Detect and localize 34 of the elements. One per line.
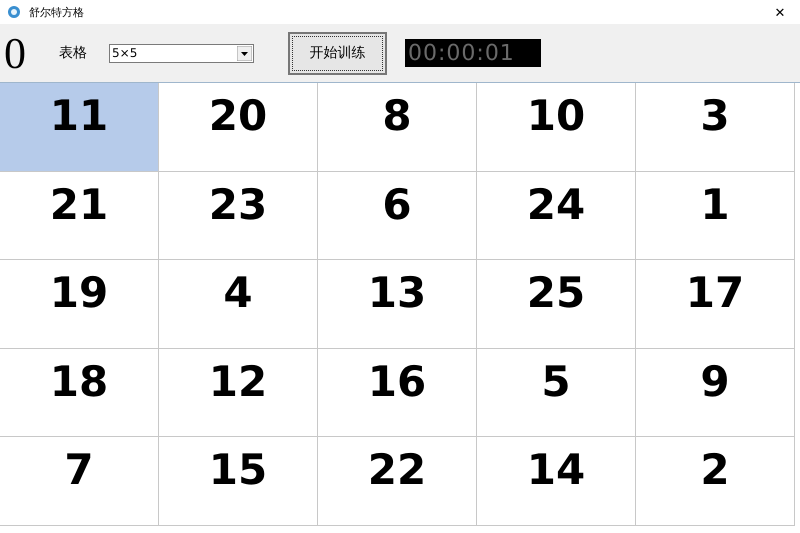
grid-cell[interactable]: 24 (477, 172, 636, 260)
app-icon (7, 5, 21, 19)
grid-cell[interactable]: 6 (318, 172, 477, 260)
grid-cell[interactable]: 22 (318, 437, 477, 526)
grid-cell[interactable]: 14 (477, 437, 636, 526)
count-label: 0 (3, 28, 27, 78)
grid-cell[interactable]: 15 (159, 437, 318, 526)
start-training-button[interactable]: 开始训练 (288, 32, 387, 74)
grid-cell[interactable]: 5 (477, 348, 636, 438)
close-button[interactable]: ✕ (760, 0, 800, 24)
grid-cell[interactable]: 9 (636, 348, 795, 438)
grid-cell[interactable]: 8 (318, 83, 477, 172)
grid-cell[interactable]: 2 (636, 437, 795, 526)
grid-cell[interactable]: 13 (318, 260, 477, 349)
grid-cell[interactable]: 10 (477, 83, 636, 172)
grid-cell[interactable]: 4 (159, 260, 318, 349)
grid-size-dropdown[interactable]: 5×5 (109, 44, 254, 62)
window-title: 舒尔特方格 (29, 4, 84, 20)
grid-cell[interactable]: 12 (159, 348, 318, 438)
grid-cell[interactable]: 23 (159, 172, 318, 260)
grid-cell[interactable]: 1 (636, 172, 795, 260)
grid-cell[interactable]: 17 (636, 260, 795, 349)
grid-cell[interactable]: 25 (477, 260, 636, 349)
grid-cell[interactable]: 20 (159, 83, 318, 172)
grid-label: 表格 (59, 44, 87, 62)
grid-cell[interactable]: 11 (0, 83, 159, 172)
dropdown-arrow-icon (237, 46, 252, 60)
grid-cell[interactable]: 18 (0, 348, 159, 438)
grid-cell[interactable]: 7 (0, 437, 159, 526)
grid-cell[interactable]: 19 (0, 260, 159, 349)
grid-cell[interactable]: 21 (0, 172, 159, 260)
grid-cell[interactable]: 3 (636, 83, 795, 172)
grid-cell[interactable]: 16 (318, 348, 477, 438)
timer-display: 00:00:01 (405, 39, 541, 67)
